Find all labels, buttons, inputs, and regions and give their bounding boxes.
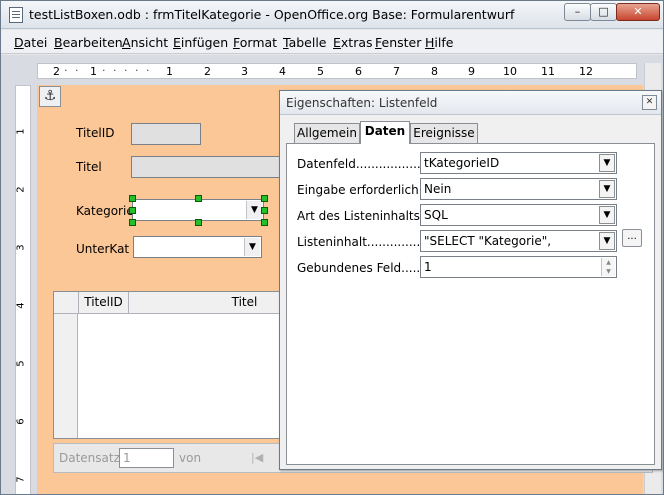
ruler-number: 2 [15,186,27,193]
application-window: testListBoxen.odb : frmTitelKategorie - … [0,0,664,495]
ruler-number: 5 [317,65,324,78]
ruler-number: 4 [15,302,27,309]
chevron-down-icon[interactable]: ▼ [244,238,260,256]
listeninhalt-ellipsis-button[interactable]: ... [622,229,642,247]
menu-datei[interactable]: Datei [14,35,47,50]
unterkat-label[interactable]: UnterKat [76,242,129,256]
menu-bearbeiten[interactable]: Bearbeiten [54,35,123,50]
ruler-number: 3 [15,244,27,251]
listeninhalt-select[interactable]: "SELECT "Kategorie", ▼ [420,230,617,252]
horizontal-ruler: 2 · · 1 · · · · · 1 2 3 4 5 6 7 8 9 10 1… [37,63,637,79]
titelid-field[interactable] [131,123,201,145]
chevron-down-icon[interactable]: ▼ [599,232,615,250]
menu-bar: Datei Bearbeiten Ansicht Einfügen Format… [1,30,663,54]
ruler-number: 1 [15,128,27,135]
selection-handle[interactable] [195,219,202,226]
chevron-down-icon[interactable]: ▼ [599,154,615,172]
unterkat-listbox[interactable]: ▼ [133,236,262,258]
menu-fenster[interactable]: Fenster [375,35,421,50]
chevron-down-icon[interactable]: ▼ [599,180,615,198]
ruler-number: 3 [241,65,248,78]
record-of-label: von [179,451,202,465]
tab-ereignisse[interactable]: Ereignisse [410,123,478,143]
row-header-corner [54,292,79,313]
ruler-number: 9 [468,65,475,78]
chevron-down-icon[interactable]: ▼ [246,201,262,219]
column-header-titelid[interactable]: TitelID [79,292,129,313]
ruler-number: 4 [279,65,286,78]
tab-daten[interactable]: Daten [360,121,410,144]
anchor-icon[interactable]: ⚓ [39,86,61,107]
titelid-label[interactable]: TitelID [76,126,115,140]
window-title: testListBoxen.odb : frmTitelKategorie - … [29,7,515,22]
dialog-title-bar[interactable]: Eigenschaften: Listenfeld ✕ [280,91,661,115]
listeninhalt-art-select[interactable]: SQL ▼ [420,204,617,226]
chevron-down-icon[interactable]: ▼ [599,206,615,224]
selection-handle[interactable] [195,195,202,202]
minimize-button[interactable]: – [564,3,591,21]
ruler-number: 5 [15,360,27,367]
ruler-number: 11 [541,65,555,78]
selection-handle[interactable] [129,219,136,226]
maximize-button[interactable]: □ [590,3,617,21]
titel-label[interactable]: Titel [76,160,102,174]
ruler-number: 1 [166,65,173,78]
close-icon[interactable]: ✕ [642,95,657,110]
properties-dialog: Eigenschaften: Listenfeld ✕ Allgemein Da… [279,90,662,470]
ruler-number: 10 [503,65,517,78]
eingabe-erforderlich-value: Nein [424,182,452,196]
kategorie-listbox[interactable]: ▼ [132,199,264,221]
selection-handle[interactable] [129,195,136,202]
kategorie-label[interactable]: Kategorie [76,204,134,218]
record-label: Datensatz [59,451,120,465]
menu-tabelle[interactable]: Tabelle [283,35,327,50]
ruler-number: 6 [355,65,362,78]
ruler-number: 1 [90,65,97,78]
ruler-number: 12 [579,65,593,78]
ruler-number: 2 [53,65,60,78]
first-record-icon[interactable]: |◀ [251,451,263,464]
listeninhalt-art-value: SQL [424,208,448,222]
dialog-title: Eigenschaften: Listenfeld [286,96,438,110]
titel-field[interactable] [131,156,281,178]
tab-allgemein[interactable]: Allgemein [294,123,360,143]
eingabe-erforderlich-select[interactable]: Nein ▼ [420,178,617,200]
ruler-number: 2 [204,65,211,78]
selection-handle[interactable] [261,207,268,214]
ruler-ticks: · · · · · [102,64,152,77]
tab-panel-daten: Datenfeld...................... tKategor… [286,143,655,465]
menu-einfuegen[interactable]: Einfügen [173,35,228,50]
ruler-ticks: · · [64,64,81,77]
vertical-ruler: 1 2 3 4 5 6 7 [15,85,31,494]
ruler-number: 7 [393,65,400,78]
gebundenes-feld-value: 1 [424,260,432,274]
document-icon [9,7,23,23]
spin-arrows-icon[interactable]: ▲ ▼ [601,258,615,276]
selection-handle[interactable] [261,219,268,226]
ruler-number: 7 [15,476,27,483]
menu-extras[interactable]: Extras [333,35,373,50]
menu-format[interactable]: Format [233,35,277,50]
close-window-button[interactable]: ✕ [616,3,660,21]
row-header-column [54,314,78,438]
datenfeld-select[interactable]: tKategorieID ▼ [420,152,617,174]
menu-hilfe[interactable]: Hilfe [425,35,453,50]
gebundenes-feld-spinbox[interactable]: 1 ▲ ▼ [420,256,617,278]
ruler-number: 6 [15,418,27,425]
selection-handle[interactable] [129,207,136,214]
title-bar: testListBoxen.odb : frmTitelKategorie - … [1,1,663,29]
datenfeld-label: Datenfeld...................... [297,157,440,171]
listeninhalt-value: "SELECT "Kategorie", [424,234,552,248]
datenfeld-value: tKategorieID [424,156,500,170]
ruler-number: 8 [431,65,438,78]
record-number-input[interactable]: 1 [119,448,174,468]
menu-ansicht[interactable]: Ansicht [122,35,168,50]
selection-handle[interactable] [261,195,268,202]
